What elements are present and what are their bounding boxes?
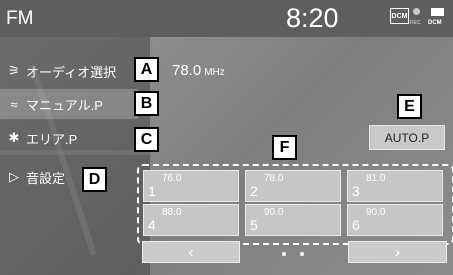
clock: 8:20 bbox=[286, 3, 339, 33]
preset-frequency: 90.0 bbox=[366, 207, 386, 218]
preset-number: 5 bbox=[250, 217, 258, 233]
menu-item-label: オーディオ選択 bbox=[26, 64, 117, 80]
preset-button[interactable]: 78.0 2 bbox=[245, 170, 341, 202]
rec-indicator-icon bbox=[413, 8, 420, 15]
preset-button[interactable]: 90.0 5 bbox=[245, 204, 341, 236]
screen-title: FM bbox=[6, 8, 34, 29]
preset-frequency: 90.0 bbox=[264, 207, 284, 218]
callout-label-e: E bbox=[397, 94, 422, 119]
preset-button[interactable]: 88.0 4 bbox=[143, 204, 239, 236]
current-frequency: 78.0 MHz bbox=[172, 62, 225, 79]
preset-number: 2 bbox=[250, 183, 258, 199]
callout-label-b: B bbox=[134, 91, 159, 116]
menu-item-manual-preset[interactable]: ≈ マニュアル.P bbox=[0, 89, 138, 119]
callout-label-c: C bbox=[134, 127, 159, 152]
menu-item-sound-settings[interactable]: ▷ 音設定 bbox=[0, 162, 138, 192]
preset-frequency: 88.0 bbox=[162, 207, 182, 218]
rec-label: REC bbox=[410, 20, 421, 26]
status-bar: FM 8:20 DCM REC DCM bbox=[0, 0, 453, 37]
preset-button[interactable]: 81.0 3 bbox=[347, 170, 443, 202]
preset-number: 4 bbox=[148, 217, 156, 233]
preset-page-prev-button[interactable]: ‹ bbox=[142, 241, 240, 263]
manual-tune-icon: ≈ bbox=[10, 96, 18, 112]
preset-frequency: 78.0 bbox=[264, 173, 284, 184]
menu-item-label: マニュアル.P bbox=[26, 97, 103, 113]
menu-item-source-select[interactable]: ⚞ オーディオ選択 bbox=[0, 56, 138, 86]
preset-button[interactable]: 90.0 6 bbox=[347, 204, 443, 236]
preset-button[interactable]: 76.0 1 bbox=[143, 170, 239, 202]
menu-item-label: 音設定 bbox=[26, 170, 66, 186]
menu-item-area-preset[interactable]: ✱ エリア.P bbox=[0, 123, 138, 153]
callout-label-f: F bbox=[272, 135, 297, 160]
area-antenna-icon: ✱ bbox=[8, 130, 20, 145]
source-select-icon: ⚞ bbox=[8, 63, 20, 78]
preset-number: 6 bbox=[352, 217, 360, 233]
menu-item-label: エリア.P bbox=[26, 131, 78, 147]
dcm-signal-icon bbox=[431, 8, 444, 16]
frequency-value: 78.0 bbox=[172, 62, 202, 79]
dcm-badge: DCM bbox=[390, 8, 409, 24]
callout-label-d: D bbox=[82, 167, 107, 192]
preset-frequency: 81.0 bbox=[366, 173, 386, 184]
preset-page-next-button[interactable]: › bbox=[348, 241, 447, 263]
speaker-icon: ▷ bbox=[9, 169, 19, 184]
callout-label-a: A bbox=[134, 57, 159, 82]
frequency-unit: MHz bbox=[204, 67, 225, 78]
page-indicator-dot bbox=[300, 252, 304, 256]
preset-number: 3 bbox=[352, 183, 360, 199]
preset-number: 1 bbox=[148, 183, 156, 199]
page-indicator-dot bbox=[282, 252, 286, 256]
auto-preset-button[interactable]: AUTO.P bbox=[369, 125, 445, 150]
preset-frequency: 76.0 bbox=[162, 173, 182, 184]
dcm-label: DCM bbox=[428, 20, 442, 26]
